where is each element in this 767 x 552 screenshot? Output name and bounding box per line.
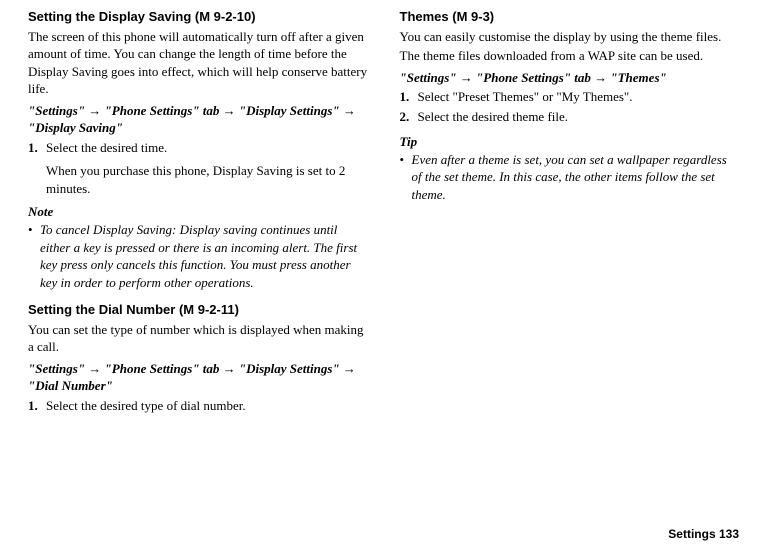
step-item: 1. Select the desired type of dial numbe… [28, 397, 368, 415]
step-text: Select the desired theme file. [418, 108, 740, 126]
nav-path: "Settings" → "Phone Settings" tab → "Dis… [28, 102, 368, 137]
step-number: 1. [400, 88, 418, 106]
step-number: 1. [28, 397, 46, 415]
left-column: Setting the Display Saving (M 9-2-10) Th… [28, 8, 368, 526]
tip-bullet-row: • Even after a theme is set, you can set… [400, 151, 740, 204]
tip-label: Tip [400, 133, 740, 151]
nav-path: "Settings" → "Phone Settings" tab → "Dis… [28, 360, 368, 395]
step-text: Select "Preset Themes" or "My Themes". [418, 88, 740, 106]
heading-title: Themes [400, 9, 449, 24]
step-item: 1. Select "Preset Themes" or "My Themes"… [400, 88, 740, 106]
page-footer: Settings 133 [28, 526, 739, 542]
body-text: The theme files downloaded from a WAP si… [400, 47, 740, 65]
tip-text: Even after a theme is set, you can set a… [412, 151, 740, 204]
note-bullet-row: • To cancel Display Saving: Display savi… [28, 221, 368, 291]
section-dial-number: Setting the Dial Number (M 9-2-11) You c… [28, 301, 368, 414]
body-text: The screen of this phone will automatica… [28, 28, 368, 98]
body-text: You can set the type of number which is … [28, 321, 368, 356]
step-number: 1. [28, 139, 46, 157]
step-text: Select the desired time. [46, 139, 368, 157]
menu-code: (M 9-3) [449, 9, 495, 24]
heading-title: Setting the Display Saving [28, 9, 191, 24]
heading-title: Setting the Dial Number [28, 302, 175, 317]
step-followup: When you purchase this phone, Display Sa… [46, 162, 368, 197]
step-item: 2. Select the desired theme file. [400, 108, 740, 126]
menu-code: (M 9-2-10) [191, 9, 255, 24]
body-text: You can easily customise the display by … [400, 28, 740, 46]
two-column-layout: Setting the Display Saving (M 9-2-10) Th… [28, 8, 739, 526]
section-heading: Setting the Dial Number (M 9-2-11) [28, 301, 368, 319]
bullet-marker: • [400, 151, 412, 204]
bullet-marker: • [28, 221, 40, 291]
section-heading: Setting the Display Saving (M 9-2-10) [28, 8, 368, 26]
section-display-saving: Setting the Display Saving (M 9-2-10) Th… [28, 8, 368, 291]
step-item: 1. Select the desired time. [28, 139, 368, 157]
note-label: Note [28, 203, 368, 221]
section-themes: Themes (M 9-3) You can easily customise … [400, 8, 740, 203]
nav-path: "Settings" → "Phone Settings" tab → "The… [400, 69, 740, 87]
right-column: Themes (M 9-3) You can easily customise … [400, 8, 740, 526]
note-text: To cancel Display Saving: Display saving… [40, 221, 368, 291]
section-heading: Themes (M 9-3) [400, 8, 740, 26]
step-text: Select the desired type of dial number. [46, 397, 368, 415]
step-number: 2. [400, 108, 418, 126]
menu-code: (M 9-2-11) [175, 302, 239, 317]
